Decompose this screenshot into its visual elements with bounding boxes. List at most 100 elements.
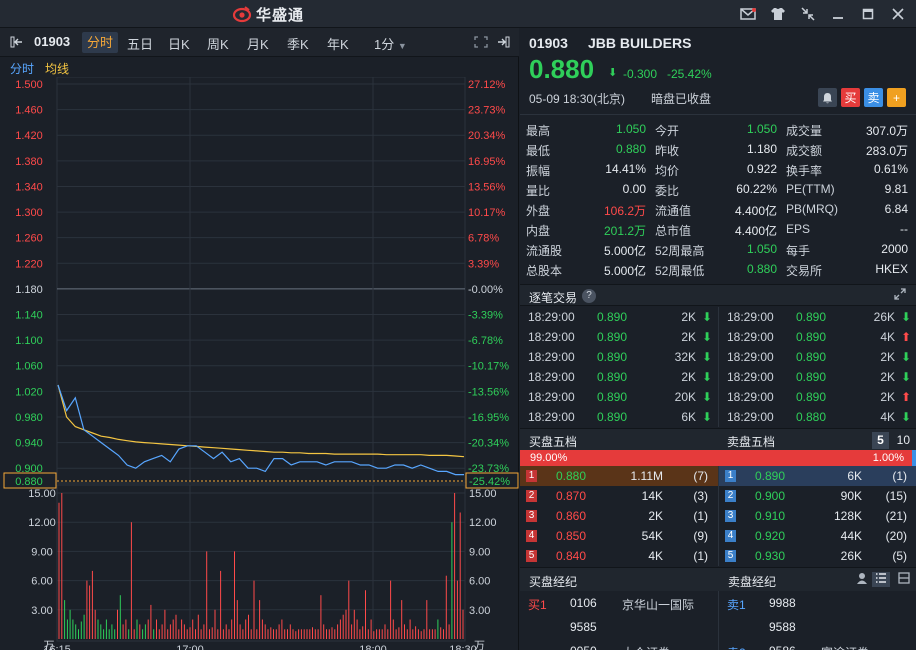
broker-row[interactable]: 9588 (719, 617, 916, 637)
pct-tick-label: -20.34% (468, 438, 509, 450)
help-icon[interactable]: ? (582, 289, 596, 303)
tab-quarterly[interactable]: 季K (287, 34, 309, 53)
bid-row[interactable]: 1 0.880 1.11M (7) (520, 466, 718, 486)
bid-title: 买盘五档 (529, 435, 578, 449)
broker-id: 0106 (570, 596, 597, 610)
price-change-pct: -25.42% (667, 67, 712, 81)
stat-value: 9.81 (884, 182, 908, 196)
grid-view-icon[interactable] (898, 572, 910, 587)
action-buttons: 买 卖 + (818, 88, 906, 107)
ask-ratio-fill (912, 450, 916, 466)
broker-row[interactable]: 9585 (520, 617, 717, 637)
alert-button[interactable] (818, 88, 837, 107)
tick-time: 18:29:00 (727, 410, 774, 424)
volume-tick-label: 12.00 (469, 517, 497, 529)
orderbook-divider (718, 466, 719, 566)
skin-icon[interactable] (768, 4, 788, 24)
pct-tick-label: 3.39% (468, 258, 499, 270)
bid-row[interactable]: 2 0.870 14K (3) (520, 486, 718, 506)
tab-yearly[interactable]: 年K (327, 34, 349, 53)
user-icon[interactable] (856, 572, 868, 587)
shrink-icon[interactable] (798, 4, 818, 24)
stat-label: 成交额 (786, 144, 823, 158)
order-price: 0.870 (556, 489, 587, 503)
pct-tick-label: 10.17% (468, 207, 506, 219)
stat-label: 昨收 (655, 144, 680, 158)
pct-tick-label: 27.12% (468, 79, 506, 91)
intraday-chart[interactable]: 1.500 27.12% 1.460 23.73% 1.420 20.34% 1.380 16… (0, 77, 519, 650)
tab-weekly[interactable]: 周K (207, 34, 229, 53)
price-tick-label: 1.220 (15, 258, 43, 270)
tick-price: 0.890 (597, 370, 628, 384)
stat-value: 4.400亿 (734, 224, 777, 238)
time-axis-label: 18:00 (359, 644, 387, 650)
buy-button[interactable]: 买 (841, 88, 860, 107)
mail-icon[interactable] (738, 4, 758, 24)
broker-row[interactable]: 卖2 9586 富途证券 (719, 641, 916, 650)
tick-time: 18:29:00 (727, 310, 774, 324)
order-qty: 1.11M (630, 469, 663, 483)
bid-row[interactable]: 4 0.850 54K (9) (520, 526, 718, 546)
order-price: 0.850 (556, 529, 587, 543)
broker-id: 9588 (769, 620, 796, 634)
broker-row[interactable]: 买1 0106 京华山一国际 (520, 593, 717, 613)
chart-panel: 01903 分时 五日 日K 周K 月K 季K 年K 1分 ▼ 分时 均线 1.… (0, 28, 519, 650)
close-icon[interactable] (888, 4, 908, 24)
quote-name: JBB BUILDERS (588, 35, 692, 51)
broker-row[interactable]: 0050 大众证券 (520, 641, 717, 650)
order-price: 0.880 (556, 469, 587, 483)
tab-monthly[interactable]: 月K (247, 34, 269, 53)
pct-tick-label: -3.39% (468, 310, 503, 322)
market-status: 暗盘已收盘 (651, 92, 712, 106)
pct-tick-label: 23.73% (468, 105, 506, 117)
ask-row[interactable]: 2 0.900 90K (15) (719, 486, 916, 506)
depth-10-button[interactable]: 10 (897, 433, 910, 447)
sell-button[interactable]: 卖 (864, 88, 883, 107)
stat-label: 总股本 (526, 264, 563, 278)
interval-select[interactable]: 1分 ▼ (374, 34, 407, 53)
tab-5day[interactable]: 五日 (127, 34, 153, 53)
order-qty: 6K (847, 469, 862, 483)
order-count: (20) (885, 529, 907, 543)
broker-row[interactable]: 卖1 9988 (719, 593, 916, 613)
ask-row[interactable]: 5 0.930 26K (5) (719, 546, 916, 566)
broker-name: 大众证券 (622, 644, 670, 650)
tick-time: 18:29:00 (727, 330, 774, 344)
collapse-right-icon[interactable] (496, 36, 510, 51)
add-watchlist-button[interactable]: + (887, 88, 906, 107)
arrow-down-icon: ⬇ (701, 310, 712, 324)
expand-icon[interactable] (894, 288, 906, 303)
bid-ratio-fill (520, 450, 913, 466)
maximize-icon[interactable] (858, 4, 878, 24)
minimize-icon[interactable] (828, 4, 848, 24)
stat-label: 量比 (526, 184, 551, 198)
arrow-down-icon: ⬇ (701, 330, 712, 344)
price-plot-area (56, 77, 466, 484)
price-tick-label: 1.140 (15, 310, 43, 322)
order-count: (1) (693, 549, 708, 563)
price-tick-label: 1.340 (15, 181, 43, 193)
pct-tick-label: -6.78% (468, 335, 503, 347)
stat-value: 307.0万 (865, 124, 908, 138)
stat-label: 外盘 (526, 204, 551, 218)
ask-row[interactable]: 3 0.910 128K (21) (719, 506, 916, 526)
tab-intraday[interactable]: 分时 (82, 32, 119, 53)
tick-price: 0.880 (796, 410, 827, 424)
arrow-up-icon: ⬆ (900, 390, 911, 404)
time-axis-label: 17:00 (176, 644, 204, 650)
level-badge: 4 (725, 530, 736, 542)
bid-row[interactable]: 3 0.860 2K (1) (520, 506, 718, 526)
ask-row[interactable]: 1 0.890 6K (1) (719, 466, 916, 486)
tick-row: 18:29:00 0.890 32K ⬇ (520, 347, 718, 367)
tab-daily[interactable]: 日K (168, 34, 190, 53)
ask-row[interactable]: 4 0.920 44K (20) (719, 526, 916, 546)
depth-5-button[interactable]: 5 (872, 432, 889, 449)
logo-icon (232, 6, 252, 23)
bid-row[interactable]: 5 0.840 4K (1) (520, 546, 718, 566)
stats-row: 流通股 5.000亿 52周最高 1.050 每手 2000 (520, 239, 916, 259)
stat-label: 成交量 (786, 124, 823, 138)
list-view-icon[interactable] (872, 572, 890, 587)
collapse-left-icon[interactable] (10, 36, 24, 51)
stat-value: -- (900, 222, 908, 236)
fullscreen-icon[interactable] (474, 36, 488, 51)
